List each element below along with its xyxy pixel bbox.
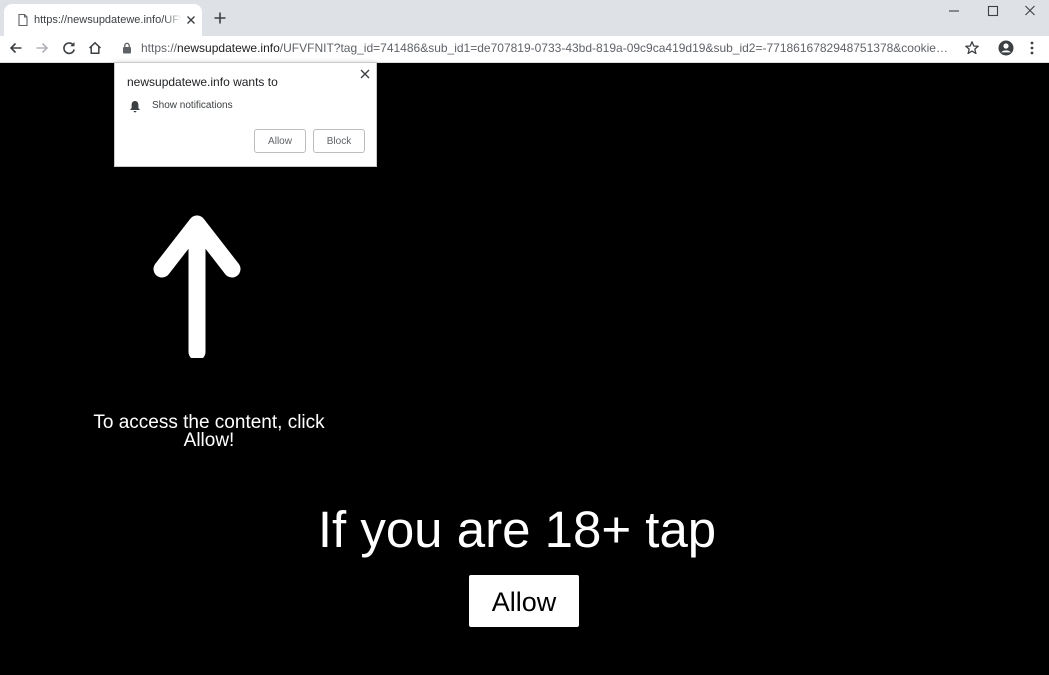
reload-icon[interactable]	[61, 40, 77, 56]
age-headline: If you are 18+ tap	[317, 501, 717, 558]
menu-dots-icon[interactable]	[1024, 40, 1040, 56]
minimize-icon[interactable]	[944, 4, 964, 18]
permission-label: Show notifications	[152, 100, 233, 111]
url-path: /UFVFNIT?tag_id=741486&sub_id1=de707819-…	[279, 41, 953, 55]
home-icon[interactable]	[87, 40, 103, 56]
back-icon[interactable]	[8, 40, 24, 56]
url-host: newsupdatewe.info	[177, 41, 280, 55]
tab-strip: https://newsupdatewe.info/UFVFNIT?tag_id…	[0, 0, 1049, 36]
page-icon	[18, 13, 28, 27]
up-arrow-icon	[153, 215, 241, 358]
maximize-icon[interactable]	[983, 4, 1003, 18]
lock-icon[interactable]	[122, 42, 132, 54]
bookmark-star-icon[interactable]	[964, 40, 980, 56]
page-allow-button[interactable]: Allow	[469, 575, 579, 627]
notification-permission-prompt: newsupdatewe.info wants to Show notifica…	[114, 62, 377, 167]
address-bar[interactable]: https://newsupdatewe.info/UFVFNIT?tag_id…	[112, 36, 992, 60]
tab-title: https://newsupdatewe.info/UFVFNIT?tag_id…	[34, 12, 182, 28]
browser-toolbar: https://newsupdatewe.info/UFVFNIT?tag_id…	[0, 36, 1049, 63]
window-close-icon[interactable]	[1020, 4, 1040, 18]
forward-icon[interactable]	[34, 40, 50, 56]
browser-tab[interactable]: https://newsupdatewe.info/UFVFNIT?tag_id…	[4, 4, 202, 36]
bell-icon	[130, 101, 140, 113]
instruction-text: To access the content, click Allow!	[93, 412, 325, 451]
prompt-title: newsupdatewe.info wants to	[127, 75, 278, 89]
url-scheme: https://	[141, 41, 178, 55]
url-text[interactable]: https://newsupdatewe.info/UFVFNIT?tag_id…	[141, 40, 953, 56]
prompt-close-icon[interactable]	[359, 68, 371, 80]
profile-avatar-icon[interactable]	[997, 39, 1015, 57]
prompt-block-button[interactable]: Block	[313, 129, 365, 153]
prompt-allow-button[interactable]: Allow	[254, 129, 306, 153]
tab-close-icon[interactable]	[184, 13, 198, 27]
new-tab-icon[interactable]	[212, 10, 228, 26]
